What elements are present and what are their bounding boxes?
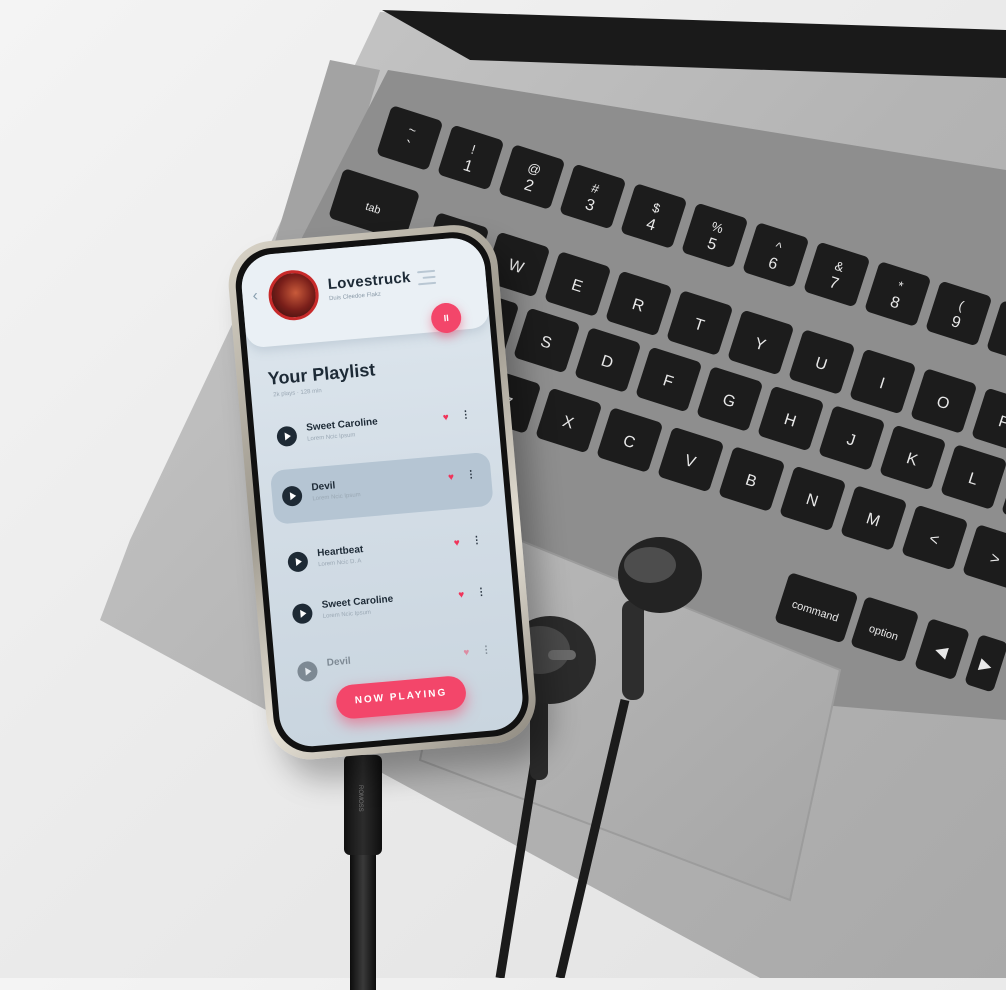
earbud-left-mesh bbox=[548, 650, 576, 660]
playlist-title: Your Playlist bbox=[266, 359, 376, 389]
heart-icon[interactable]: ♥ bbox=[442, 412, 449, 423]
earbud-stem-right bbox=[622, 600, 644, 700]
more-icon[interactable]: ⋮ bbox=[476, 587, 487, 599]
heart-icon[interactable]: ♥ bbox=[453, 538, 460, 549]
heart-icon[interactable]: ♥ bbox=[458, 589, 465, 600]
play-icon[interactable] bbox=[296, 660, 319, 683]
track-row-active[interactable]: Devil Lorem Ncic Ipsum ♥ ⋮ bbox=[269, 451, 494, 525]
track-name: Devil bbox=[326, 655, 352, 669]
track-name: Heartbeat bbox=[316, 544, 364, 560]
track-artist: Lorem Ncic D. A bbox=[317, 558, 362, 569]
heart-icon[interactable]: ♥ bbox=[448, 472, 455, 483]
play-icon[interactable] bbox=[291, 602, 314, 625]
track-artist: Lorem Ncic Ipsum bbox=[307, 432, 356, 443]
track-name: Sweet Caroline bbox=[305, 416, 379, 434]
track-name: Sweet Caroline bbox=[321, 593, 394, 611]
track-artist: Lorem Ncic Ipsum bbox=[322, 609, 372, 620]
more-icon[interactable]: ⋮ bbox=[466, 469, 477, 481]
back-icon[interactable]: ‹ bbox=[252, 287, 259, 305]
phone: ‹ Lovestruck Duis Cleedoe Flakz II Your … bbox=[225, 221, 540, 764]
photo-scene: `~1!2@3#4$5%6^7&8*9(0)tabQWERTYUIOPASDFG… bbox=[0, 0, 1006, 990]
cable-brand: ROMOSS bbox=[357, 785, 363, 812]
album-art-avatar bbox=[266, 268, 321, 323]
cable-plug: ROMOSS bbox=[344, 755, 382, 855]
more-icon[interactable]: ⋮ bbox=[471, 535, 482, 547]
track-name: Devil bbox=[311, 480, 336, 494]
play-icon[interactable] bbox=[287, 551, 309, 573]
playlist-meta: 2k plays · 128 min bbox=[273, 388, 323, 399]
track-row[interactable]: Sweet Caroline Lorem Ncic Ipsum ♥ ⋮ bbox=[265, 396, 488, 461]
menu-icon[interactable] bbox=[417, 269, 437, 290]
earbud-right-shine bbox=[624, 547, 676, 583]
song-title: Lovestruck bbox=[327, 268, 412, 294]
heart-icon[interactable]: ♥ bbox=[463, 647, 470, 658]
artist-name: Duis Cleedoe Flakz bbox=[328, 291, 382, 303]
play-icon[interactable] bbox=[276, 425, 298, 448]
more-icon[interactable]: ⋮ bbox=[481, 644, 492, 656]
track-artist: Lorem Ncic Ipsum bbox=[312, 492, 361, 503]
more-icon[interactable]: ⋮ bbox=[460, 409, 471, 421]
play-icon[interactable] bbox=[281, 485, 303, 507]
phone-screen: ‹ Lovestruck Duis Cleedoe Flakz II Your … bbox=[239, 235, 526, 749]
